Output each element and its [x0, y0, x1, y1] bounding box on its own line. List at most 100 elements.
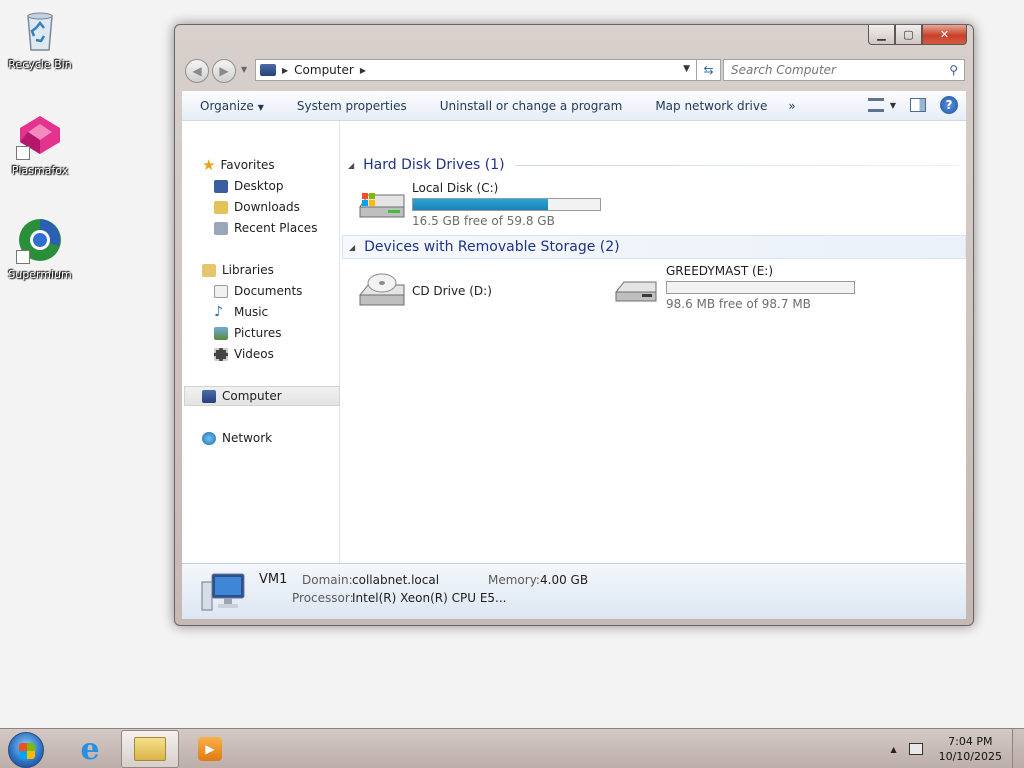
desktop-icon-recycle-bin[interactable]: Recycle Bin — [2, 6, 78, 71]
drive-name: CD Drive (D:) — [412, 284, 492, 298]
show-desktop-button[interactable] — [1012, 729, 1024, 768]
back-arrow-icon: ◀ — [192, 64, 202, 78]
minimize-button[interactable]: ▁ — [868, 25, 895, 45]
close-button[interactable]: ✕ — [922, 25, 967, 45]
organize-button[interactable]: Organize ▼ — [182, 99, 279, 113]
desktop-icon-plasmafox[interactable]: Plasmafox — [2, 112, 78, 177]
shortcut-arrow-icon — [16, 146, 30, 160]
nav-item-pictures[interactable]: Pictures — [214, 323, 282, 343]
forward-button[interactable]: ▶ — [212, 59, 236, 83]
computer-icon — [260, 64, 276, 76]
nav-item-label: Documents — [234, 284, 303, 298]
nav-item-downloads[interactable]: Downloads — [214, 197, 300, 217]
preview-pane-icon[interactable] — [910, 98, 926, 112]
group-header-removable-storage[interactable]: ◢ Devices with Removable Storage (2) — [342, 235, 966, 259]
nav-item-favorites[interactable]: ★ Favorites — [202, 155, 275, 175]
breadcrumb-separator-icon[interactable]: ▶ — [360, 66, 366, 75]
media-player-icon: ▶ — [198, 737, 222, 761]
details-pane: VM1 Domain: collabnet.local Memory: 4.00… — [182, 563, 966, 619]
help-icon[interactable]: ? — [940, 96, 958, 114]
libraries-icon — [202, 263, 216, 277]
caption-buttons: ▁ ▢ ✕ — [868, 25, 967, 45]
domain-value: collabnet.local — [352, 573, 440, 587]
drive-free-space: 98.6 MB free of 98.7 MB — [666, 297, 811, 311]
nav-item-videos[interactable]: Videos — [214, 344, 274, 364]
address-history-dropdown[interactable]: ▼ — [683, 64, 690, 74]
nav-item-music[interactable]: ♪ Music — [214, 302, 268, 322]
drive-usage-bar — [666, 281, 855, 294]
recent-pages-dropdown[interactable]: ▼ — [241, 65, 247, 74]
processor-value: Intel(R) Xeon(R) CPU E5... — [352, 591, 507, 605]
nav-item-label: Network — [222, 431, 273, 445]
recent-places-icon — [214, 221, 228, 235]
videos-icon — [214, 347, 228, 361]
uninstall-program-button[interactable]: Uninstall or change a program — [422, 99, 638, 113]
search-input[interactable] — [724, 60, 934, 80]
nav-item-desktop[interactable]: Desktop — [214, 176, 284, 196]
drive-usage-bar — [412, 198, 601, 211]
computer-icon — [202, 389, 216, 403]
view-options-dropdown[interactable]: ▼ — [890, 101, 896, 110]
back-button[interactable]: ◀ — [185, 59, 209, 83]
memory-value: 4.00 GB — [540, 573, 589, 587]
group-title: Hard Disk Drives (1) — [363, 157, 505, 173]
breadcrumb-separator-icon[interactable]: ▶ — [282, 66, 288, 75]
refresh-button[interactable]: ⇆ — [697, 59, 721, 81]
drive-name: GREEDYMAST (E:) — [666, 264, 774, 278]
nav-item-label: Favorites — [220, 158, 275, 172]
group-header-hard-disk-drives[interactable]: ◢ Hard Disk Drives (1) — [342, 153, 966, 177]
nav-item-label: Computer — [222, 389, 282, 403]
search-icon[interactable]: ⚲ — [949, 63, 958, 77]
collapse-triangle-icon[interactable]: ◢ — [349, 243, 355, 252]
nav-item-libraries[interactable]: Libraries — [202, 260, 274, 280]
navigation-pane: ★ Favorites Desktop Downloads Recent Pla… — [182, 121, 340, 563]
desktop-icon-label: Recycle Bin — [8, 58, 72, 71]
search-box[interactable]: ⚲ — [723, 59, 965, 81]
nav-item-label: Downloads — [234, 200, 300, 214]
taskbar: e ▶ ▲ 7:04 PM 10/10/2025 — [0, 728, 1024, 768]
nav-item-recent-places[interactable]: Recent Places — [214, 218, 317, 238]
clock[interactable]: 7:04 PM 10/10/2025 — [939, 734, 1002, 764]
breadcrumb-computer[interactable]: Computer — [294, 63, 354, 77]
more-commands-button[interactable]: » — [782, 99, 810, 113]
drive-usage-fill — [413, 199, 548, 210]
address-bar[interactable]: ▶ Computer ▶ ▼ — [255, 59, 697, 81]
taskbar-media-player[interactable]: ▶ — [181, 730, 239, 768]
desktop-icon-label: Supermium — [8, 268, 72, 281]
maximize-button[interactable]: ▢ — [895, 25, 922, 45]
nav-item-network[interactable]: Network — [202, 428, 272, 448]
nav-item-label: Music — [234, 305, 269, 319]
show-hidden-icons-icon[interactable]: ▲ — [890, 745, 896, 754]
clock-date: 10/10/2025 — [938, 750, 1002, 763]
nav-item-label: Pictures — [234, 326, 282, 340]
change-view-icon[interactable] — [867, 98, 884, 112]
nav-item-documents[interactable]: Documents — [214, 281, 302, 301]
drive-greedymast-e[interactable]: GREEDYMAST (E:) 98.6 MB free of 98.7 MB — [612, 264, 872, 312]
drive-local-disk-c[interactable]: Local Disk (C:) 16.5 GB free of 59.8 GB — [358, 181, 608, 229]
processor-label: Processor: — [292, 591, 354, 605]
nav-item-label: Videos — [234, 347, 274, 361]
clock-time: 7:04 PM — [948, 735, 993, 748]
recycle-bin-icon — [16, 6, 64, 54]
desktop-icon-supermium[interactable]: Supermium — [2, 216, 78, 281]
nav-item-label: Libraries — [222, 263, 274, 277]
system-properties-button[interactable]: System properties — [279, 99, 422, 113]
organize-label: Organize — [200, 99, 254, 113]
drive-cd-d[interactable]: CD Drive (D:) — [358, 267, 578, 315]
network-status-icon[interactable] — [908, 743, 923, 755]
map-network-drive-button[interactable]: Map network drive — [637, 99, 782, 113]
taskbar-internet-explorer[interactable]: e — [61, 730, 119, 768]
star-icon: ★ — [202, 156, 216, 174]
start-button[interactable] — [8, 732, 44, 768]
shortcut-arrow-icon — [16, 250, 30, 264]
collapse-triangle-icon[interactable]: ◢ — [348, 161, 354, 170]
hard-disk-icon — [358, 187, 406, 223]
forward-arrow-icon: ▶ — [219, 64, 229, 78]
address-row: ◀ ▶ ▼ ▶ Computer ▶ ▼ ⇆ ⚲ — [183, 57, 965, 83]
taskbar-windows-explorer[interactable] — [121, 730, 179, 768]
nav-item-computer[interactable]: Computer — [202, 386, 282, 406]
network-icon — [202, 431, 216, 445]
nav-item-label: Desktop — [234, 179, 284, 193]
removable-drive-icon — [612, 270, 660, 306]
plasmafox-icon — [16, 112, 64, 160]
